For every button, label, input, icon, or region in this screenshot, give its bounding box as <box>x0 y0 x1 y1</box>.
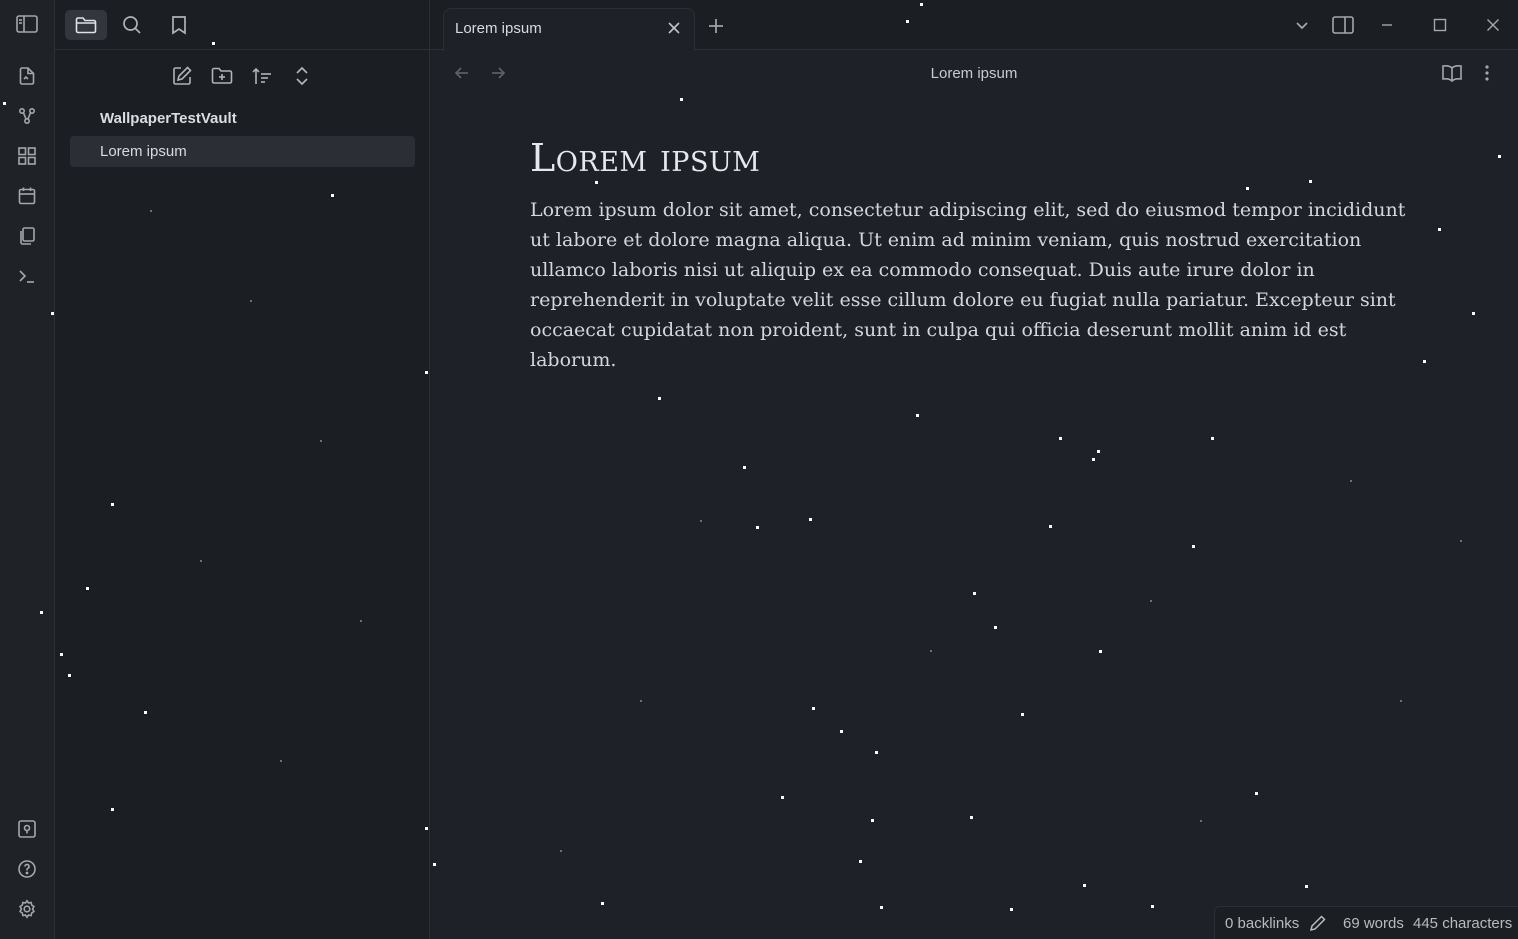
note-title[interactable]: Lorem ipsum <box>530 136 760 180</box>
terminal-icon[interactable] <box>14 263 40 289</box>
sort-icon <box>252 67 271 84</box>
status-bar: 0 backlinks 69 words 445 characters <box>1214 906 1518 939</box>
backlinks-count[interactable]: 0 backlinks <box>1225 915 1299 932</box>
files-icon <box>75 17 97 34</box>
new-note-icon[interactable] <box>14 63 40 89</box>
help-icon[interactable] <box>14 856 40 882</box>
maximize-icon[interactable] <box>1430 15 1450 35</box>
new-note-button[interactable] <box>167 61 197 91</box>
settings-icon[interactable] <box>14 896 40 922</box>
files-tab[interactable] <box>65 10 107 40</box>
note-body[interactable]: Lorem ipsum dolor sit amet, consectetur … <box>530 195 1410 375</box>
collapse-icon <box>296 66 308 86</box>
ribbon <box>0 0 55 939</box>
tab-lorem-ipsum[interactable]: Lorem ipsum <box>443 8 695 51</box>
new-folder-icon <box>211 67 233 84</box>
tab-bar: Lorem ipsum <box>430 0 1518 51</box>
close-tab-icon[interactable] <box>664 18 684 38</box>
tab-label: Lorem ipsum <box>455 20 542 37</box>
new-tab-icon[interactable] <box>706 16 726 36</box>
vault-switcher-icon[interactable] <box>14 816 40 842</box>
vault-name[interactable]: WallpaperTestVault <box>100 110 237 127</box>
templates-icon[interactable] <box>14 223 40 249</box>
character-count: 445 characters <box>1413 915 1513 932</box>
new-folder-button[interactable] <box>207 61 237 91</box>
file-item-lorem-ipsum[interactable]: Lorem ipsum <box>70 136 415 167</box>
search-tab[interactable] <box>117 10 147 40</box>
note-header-title[interactable]: Lorem ipsum <box>430 65 1518 82</box>
bookmarks-icon <box>172 16 186 35</box>
new-note-icon <box>173 66 192 85</box>
bookmarks-tab[interactable] <box>164 10 194 40</box>
toggle-sidebar-icon[interactable] <box>14 11 40 37</box>
calendar-icon[interactable] <box>14 183 40 209</box>
file-item-label: Lorem ipsum <box>100 143 187 160</box>
main-editor-area: Lorem ipsum Lorem ipsum Lorem ipsum Lore… <box>430 0 1518 939</box>
more-options-icon[interactable] <box>1478 62 1496 84</box>
graph-icon[interactable] <box>14 103 40 129</box>
sidebar-tab-header <box>55 0 429 50</box>
close-window-icon[interactable] <box>1483 15 1503 35</box>
search-icon <box>123 16 141 34</box>
word-count: 69 words <box>1343 915 1404 932</box>
canvas-icon[interactable] <box>14 143 40 169</box>
collapse-all-button[interactable] <box>287 61 317 91</box>
reading-view-icon[interactable] <box>1440 62 1464 84</box>
minimize-icon[interactable] <box>1377 15 1397 35</box>
toggle-right-sidebar-icon[interactable] <box>1330 14 1356 36</box>
sort-button[interactable] <box>247 61 277 91</box>
pencil-icon[interactable] <box>1309 914 1327 936</box>
chevron-down-icon[interactable] <box>1292 15 1312 35</box>
file-explorer-sidebar: WallpaperTestVault Lorem ipsum <box>55 0 430 939</box>
